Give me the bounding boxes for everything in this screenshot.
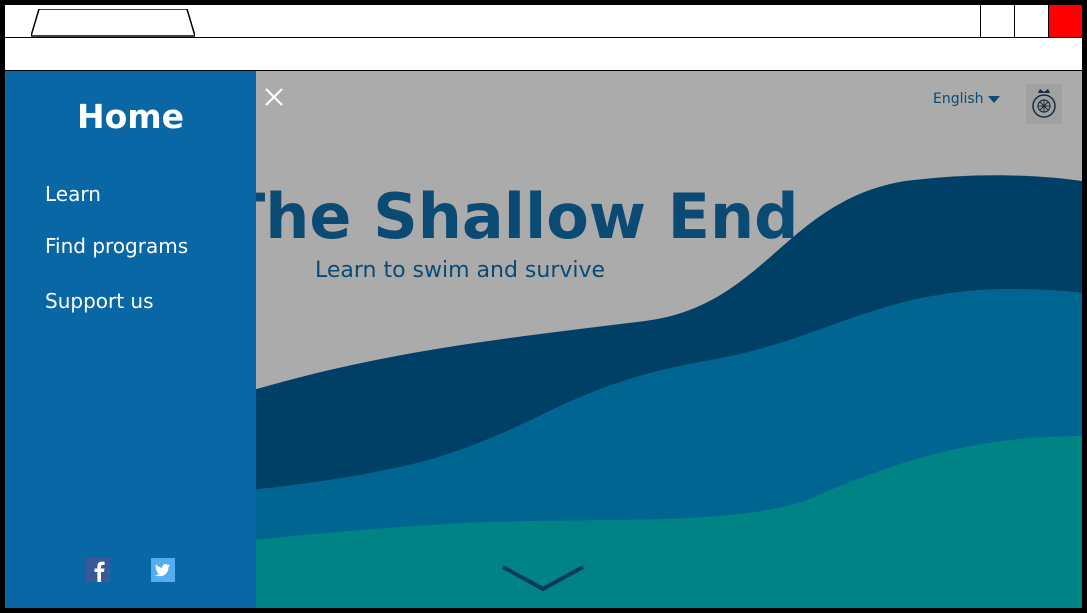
menu-item-support-us[interactable]: Support us <box>45 288 154 314</box>
maximize-button[interactable] <box>1014 5 1048 37</box>
close-menu-icon[interactable] <box>263 86 285 108</box>
language-selector[interactable]: English <box>933 91 1000 107</box>
title-bar <box>5 5 1082 38</box>
crest-logo[interactable] <box>1026 84 1062 124</box>
menu-item-learn[interactable]: Learn <box>45 181 101 207</box>
scroll-down-chevron-icon[interactable] <box>501 565 585 595</box>
minimize-button[interactable] <box>980 5 1014 37</box>
address-bar[interactable] <box>5 38 1082 71</box>
caret-down-icon <box>987 95 1000 103</box>
twitter-icon[interactable] <box>151 558 175 582</box>
menu-home-link[interactable]: Home <box>5 95 256 139</box>
language-label: English <box>933 91 984 107</box>
hero-subtitle: Learn to swim and survive <box>315 258 606 283</box>
page-viewport: The Shallow End Learn to swim and surviv… <box>5 71 1082 608</box>
hero-title: The Shallow End <box>223 180 799 253</box>
browser-window: The Shallow End Learn to swim and surviv… <box>0 0 1087 613</box>
browser-tab[interactable] <box>31 9 195 37</box>
close-window-button[interactable] <box>1048 5 1082 37</box>
side-menu: Home Learn Find programs Support us <box>5 71 256 608</box>
facebook-icon[interactable] <box>86 558 110 582</box>
menu-item-find-programs[interactable]: Find programs <box>45 233 188 259</box>
